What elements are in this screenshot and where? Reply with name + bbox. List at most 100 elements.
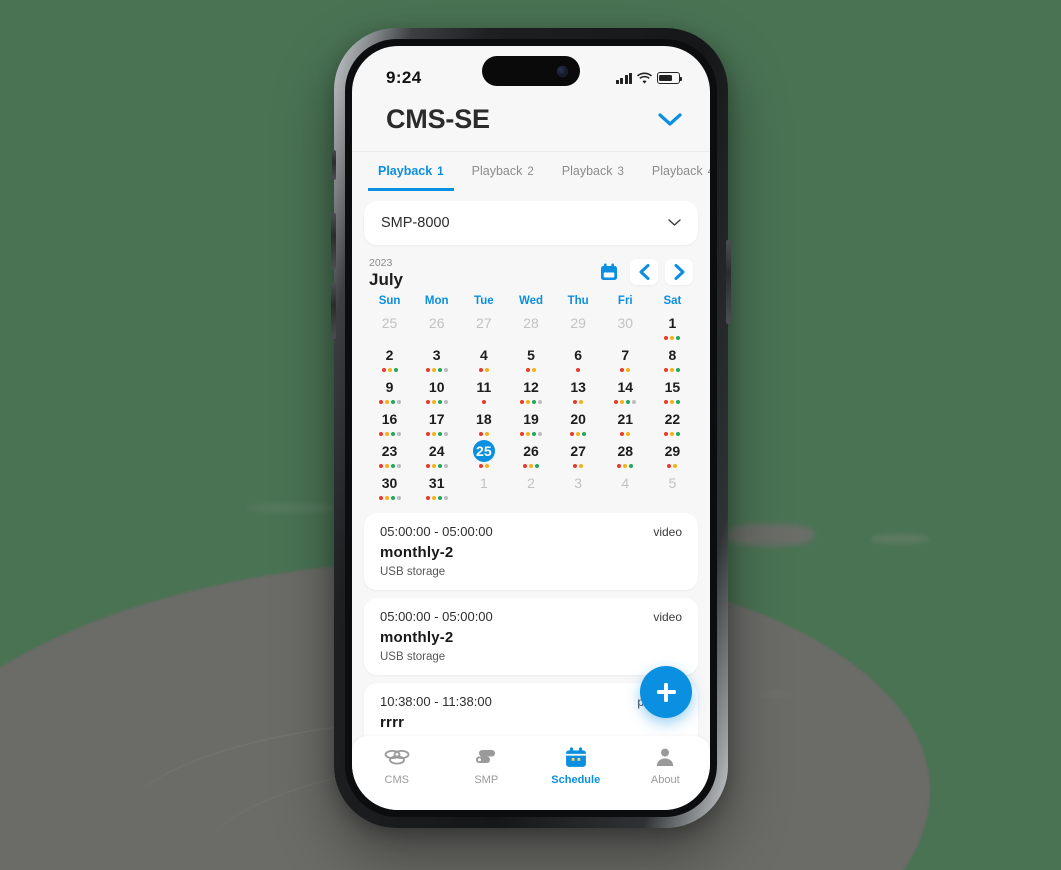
calendar-today-button[interactable] <box>595 259 623 285</box>
calendar-year: 2023 <box>369 257 393 269</box>
calendar-day[interactable]: 18 <box>460 407 507 439</box>
calendar-day[interactable]: 12 <box>507 375 554 407</box>
calendar-day[interactable]: 19 <box>507 407 554 439</box>
calendar-day-event-dots <box>519 430 542 438</box>
tab-playback-4[interactable]: Playback 4 <box>642 152 710 191</box>
event-dot-red <box>378 496 383 501</box>
event-dot-red <box>617 464 622 469</box>
calendar-day[interactable]: 30 <box>602 311 649 343</box>
calendar-day[interactable]: 29 <box>555 311 602 343</box>
calendar-day[interactable]: 16 <box>366 407 413 439</box>
calendar-day[interactable]: 13 <box>555 375 602 407</box>
calendar-day[interactable]: 22 <box>649 407 696 439</box>
event-dot-red <box>664 336 669 341</box>
calendar-day[interactable]: 3 <box>413 343 460 375</box>
calendar-day[interactable]: 7 <box>602 343 649 375</box>
calendar-day-number: 3 <box>574 474 583 491</box>
schedule-card[interactable]: 05:00:00 - 05:00:00 video monthly-2 USB sto… <box>364 513 698 591</box>
background-smudge-4 <box>247 503 337 513</box>
event-dot-red <box>664 368 669 373</box>
calendar-day[interactable]: 26 <box>413 311 460 343</box>
event-dot-grey <box>396 432 401 437</box>
calendar-day-number: 15 <box>664 378 681 395</box>
calendar-day[interactable]: 1 <box>460 471 507 503</box>
calendar-day-event-dots <box>378 430 401 438</box>
battery-icon <box>657 72 682 84</box>
add-schedule-fab[interactable] <box>640 666 692 718</box>
calendar-day[interactable]: 28 <box>507 311 554 343</box>
event-dot-green <box>390 400 395 405</box>
chevron-down-icon[interactable] <box>658 112 682 127</box>
calendar-day[interactable]: 31 <box>413 471 460 503</box>
calendar: 2023 July Sun Mon Tue Wed Thu Fri Sat 25… <box>352 249 710 509</box>
calendar-day[interactable]: 9 <box>366 375 413 407</box>
tab-playback-1[interactable]: Playback 1 <box>368 152 454 191</box>
calendar-day[interactable]: 30 <box>366 471 413 503</box>
event-dot-yellow <box>670 400 675 405</box>
phone-screen: 9:24 CMS-SE Playback 1 Playback 2 Playba… <box>352 46 710 810</box>
calendar-day[interactable]: 3 <box>555 471 602 503</box>
calendar-title: 2023 July <box>369 257 403 289</box>
calendar-day[interactable]: 10 <box>413 375 460 407</box>
calendar-day-number: 5 <box>668 474 677 491</box>
calendar-day[interactable]: 1 <box>649 311 696 343</box>
chevron-down-icon <box>668 219 681 226</box>
tab-playback-3[interactable]: Playback 3 <box>552 152 634 191</box>
calendar-day[interactable]: 28 <box>602 439 649 471</box>
calendar-day[interactable]: 26 <box>507 439 554 471</box>
calendar-day[interactable]: 17 <box>413 407 460 439</box>
calendar-day[interactable]: 14 <box>602 375 649 407</box>
calendar-day[interactable]: 25 <box>366 311 413 343</box>
power-button[interactable] <box>726 240 731 324</box>
background-smudge-3 <box>870 534 930 544</box>
calendar-day[interactable]: 15 <box>649 375 696 407</box>
calendar-day-event-dots <box>617 462 634 470</box>
event-dot-red <box>525 368 530 373</box>
calendar-day-event-dots <box>478 430 489 438</box>
calendar-day[interactable]: 5 <box>507 343 554 375</box>
calendar-prev-button[interactable] <box>630 259 658 286</box>
schedule-card[interactable]: 05:00:00 - 05:00:00 video monthly-2 USB sto… <box>364 598 698 676</box>
calendar-day[interactable]: 27 <box>555 439 602 471</box>
calendar-day-selected[interactable]: 25 <box>460 439 507 471</box>
device-select[interactable]: SMP-8000 <box>364 201 698 245</box>
event-dot-grey <box>443 432 448 437</box>
calendar-day[interactable]: 24 <box>413 439 460 471</box>
calendar-day[interactable]: 6 <box>555 343 602 375</box>
volume-down-button[interactable] <box>331 283 336 339</box>
event-dot-red <box>478 432 483 437</box>
nav-item-schedule[interactable]: Schedule <box>531 745 621 786</box>
calendar-day[interactable]: 29 <box>649 439 696 471</box>
event-dot-green <box>534 464 539 469</box>
calendar-day-number: 29 <box>664 442 681 459</box>
tab-playback-2[interactable]: Playback 2 <box>462 152 544 191</box>
nav-item-smp[interactable]: SMP <box>442 745 532 786</box>
event-dot-green <box>582 432 587 437</box>
event-dot-green <box>437 496 442 501</box>
nav-label: CMS <box>384 774 409 786</box>
chevron-right-icon <box>674 264 684 281</box>
volume-up-button[interactable] <box>331 213 336 269</box>
calendar-day[interactable]: 2 <box>366 343 413 375</box>
calendar-day[interactable]: 4 <box>460 343 507 375</box>
calendar-day[interactable]: 4 <box>602 471 649 503</box>
calendar-day-header-thu: Thu <box>567 295 589 308</box>
tab-label: Playback <box>471 164 523 178</box>
nav-item-about[interactable]: About <box>621 745 711 786</box>
bottom-navigation: CMS SMP Schedule About <box>352 736 710 810</box>
calendar-day[interactable]: 5 <box>649 471 696 503</box>
calendar-day-number: 11 <box>476 378 492 395</box>
silent-switch-button[interactable] <box>332 150 336 180</box>
calendar-day[interactable]: 23 <box>366 439 413 471</box>
calendar-day[interactable]: 8 <box>649 343 696 375</box>
event-dot-grey <box>396 464 401 469</box>
event-dot-green <box>676 368 681 373</box>
calendar-day[interactable]: 2 <box>507 471 554 503</box>
page-title: CMS-SE <box>386 104 490 134</box>
calendar-day[interactable]: 21 <box>602 407 649 439</box>
calendar-day[interactable]: 27 <box>460 311 507 343</box>
nav-item-cms[interactable]: CMS <box>352 745 442 786</box>
calendar-day[interactable]: 20 <box>555 407 602 439</box>
calendar-next-button[interactable] <box>665 259 693 286</box>
calendar-day[interactable]: 11 <box>460 375 507 407</box>
